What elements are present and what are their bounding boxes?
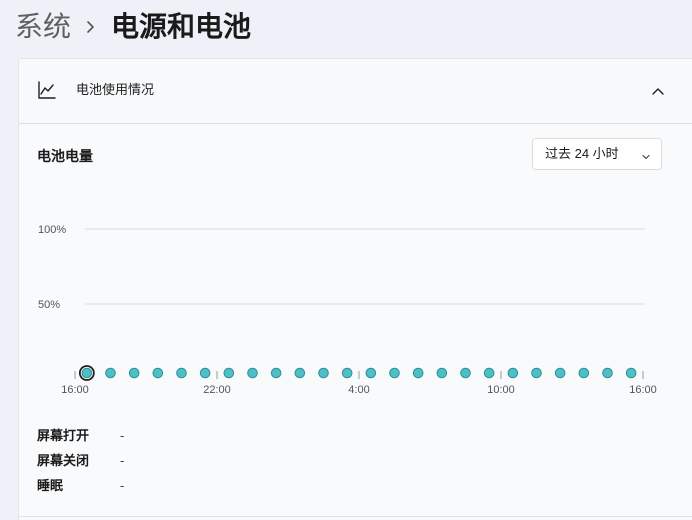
chevron-right-icon bbox=[71, 8, 111, 46]
battery-level-point bbox=[389, 367, 400, 379]
breadcrumb: 系统 电源和电池 bbox=[15, 8, 251, 46]
battery-level-point bbox=[483, 367, 495, 379]
bottom-divider bbox=[19, 516, 692, 517]
chevron-down-icon bbox=[641, 149, 651, 160]
battery-level-point bbox=[578, 367, 590, 379]
x-tick-label: 10:00 bbox=[487, 384, 515, 396]
sleep-row: 睡眠 - bbox=[37, 477, 337, 502]
battery-level-point bbox=[318, 367, 329, 379]
sleep-label: 睡眠 bbox=[37, 478, 64, 493]
battery-level-point bbox=[199, 367, 211, 379]
battery-level-point bbox=[176, 367, 187, 379]
screen-off-value: - bbox=[120, 453, 125, 468]
settings-page: 系统 电源和电池 电池使用情况 电池电量 过去 24 小时 100% 50% 1… bbox=[0, 0, 692, 520]
battery-usage-card: 电池使用情况 电池电量 过去 24 小时 100% 50% 16:00 22:00 4:… bbox=[18, 58, 692, 520]
battery-level-point bbox=[105, 367, 116, 379]
breadcrumb-parent-link[interactable]: 系统 bbox=[15, 8, 71, 46]
x-tick-label: 22:00 bbox=[203, 384, 231, 396]
y-tick-label: 100% bbox=[38, 224, 66, 236]
usage-stats: 屏幕打开 - 屏幕关闭 - 睡眠 - bbox=[37, 427, 337, 502]
battery-level-point bbox=[436, 367, 448, 379]
battery-level-point bbox=[460, 367, 471, 379]
x-tick-label: 16:00 bbox=[61, 384, 89, 396]
page-title: 电源和电池 bbox=[111, 11, 252, 42]
sleep-value: - bbox=[120, 478, 125, 493]
battery-level-point bbox=[81, 367, 93, 379]
screen-on-row: 屏幕打开 - bbox=[37, 427, 337, 452]
battery-level-point bbox=[412, 367, 424, 379]
battery-level-point bbox=[554, 367, 566, 379]
battery-level-point bbox=[341, 367, 353, 379]
battery-level-point bbox=[294, 367, 306, 379]
battery-level-chart: 100% 50% 16:00 22:00 4:00 10:00 16:00 bbox=[38, 224, 657, 396]
x-tick-label: 16:00 bbox=[629, 384, 657, 396]
x-tick-label: 4:00 bbox=[348, 384, 369, 396]
screen-on-label: 屏幕打开 bbox=[37, 428, 90, 443]
card-header[interactable]: 电池使用情况 bbox=[19, 59, 692, 124]
time-range-select[interactable]: 过去 24 小时 bbox=[532, 138, 662, 170]
battery-level-point bbox=[365, 367, 377, 379]
battery-level-point bbox=[247, 367, 258, 379]
battery-level-point bbox=[128, 367, 140, 379]
card-title: 电池使用情况 bbox=[76, 82, 155, 97]
screen-off-row: 屏幕关闭 - bbox=[37, 452, 337, 477]
y-tick-label: 50% bbox=[38, 299, 60, 311]
battery-level-point bbox=[507, 367, 519, 379]
battery-level-point bbox=[270, 367, 282, 379]
line-chart-icon bbox=[37, 80, 57, 100]
screen-off-label: 屏幕关闭 bbox=[37, 453, 90, 468]
battery-level-title: 电池电量 bbox=[37, 148, 93, 164]
battery-level-point bbox=[223, 367, 235, 379]
battery-level-point bbox=[602, 367, 613, 379]
battery-level-point bbox=[152, 367, 164, 379]
screen-on-value: - bbox=[120, 428, 125, 443]
collapse-button[interactable] bbox=[642, 75, 674, 107]
battery-level-point bbox=[531, 367, 542, 379]
battery-level-point bbox=[625, 367, 637, 379]
time-range-value: 过去 24 小时 bbox=[545, 146, 619, 161]
